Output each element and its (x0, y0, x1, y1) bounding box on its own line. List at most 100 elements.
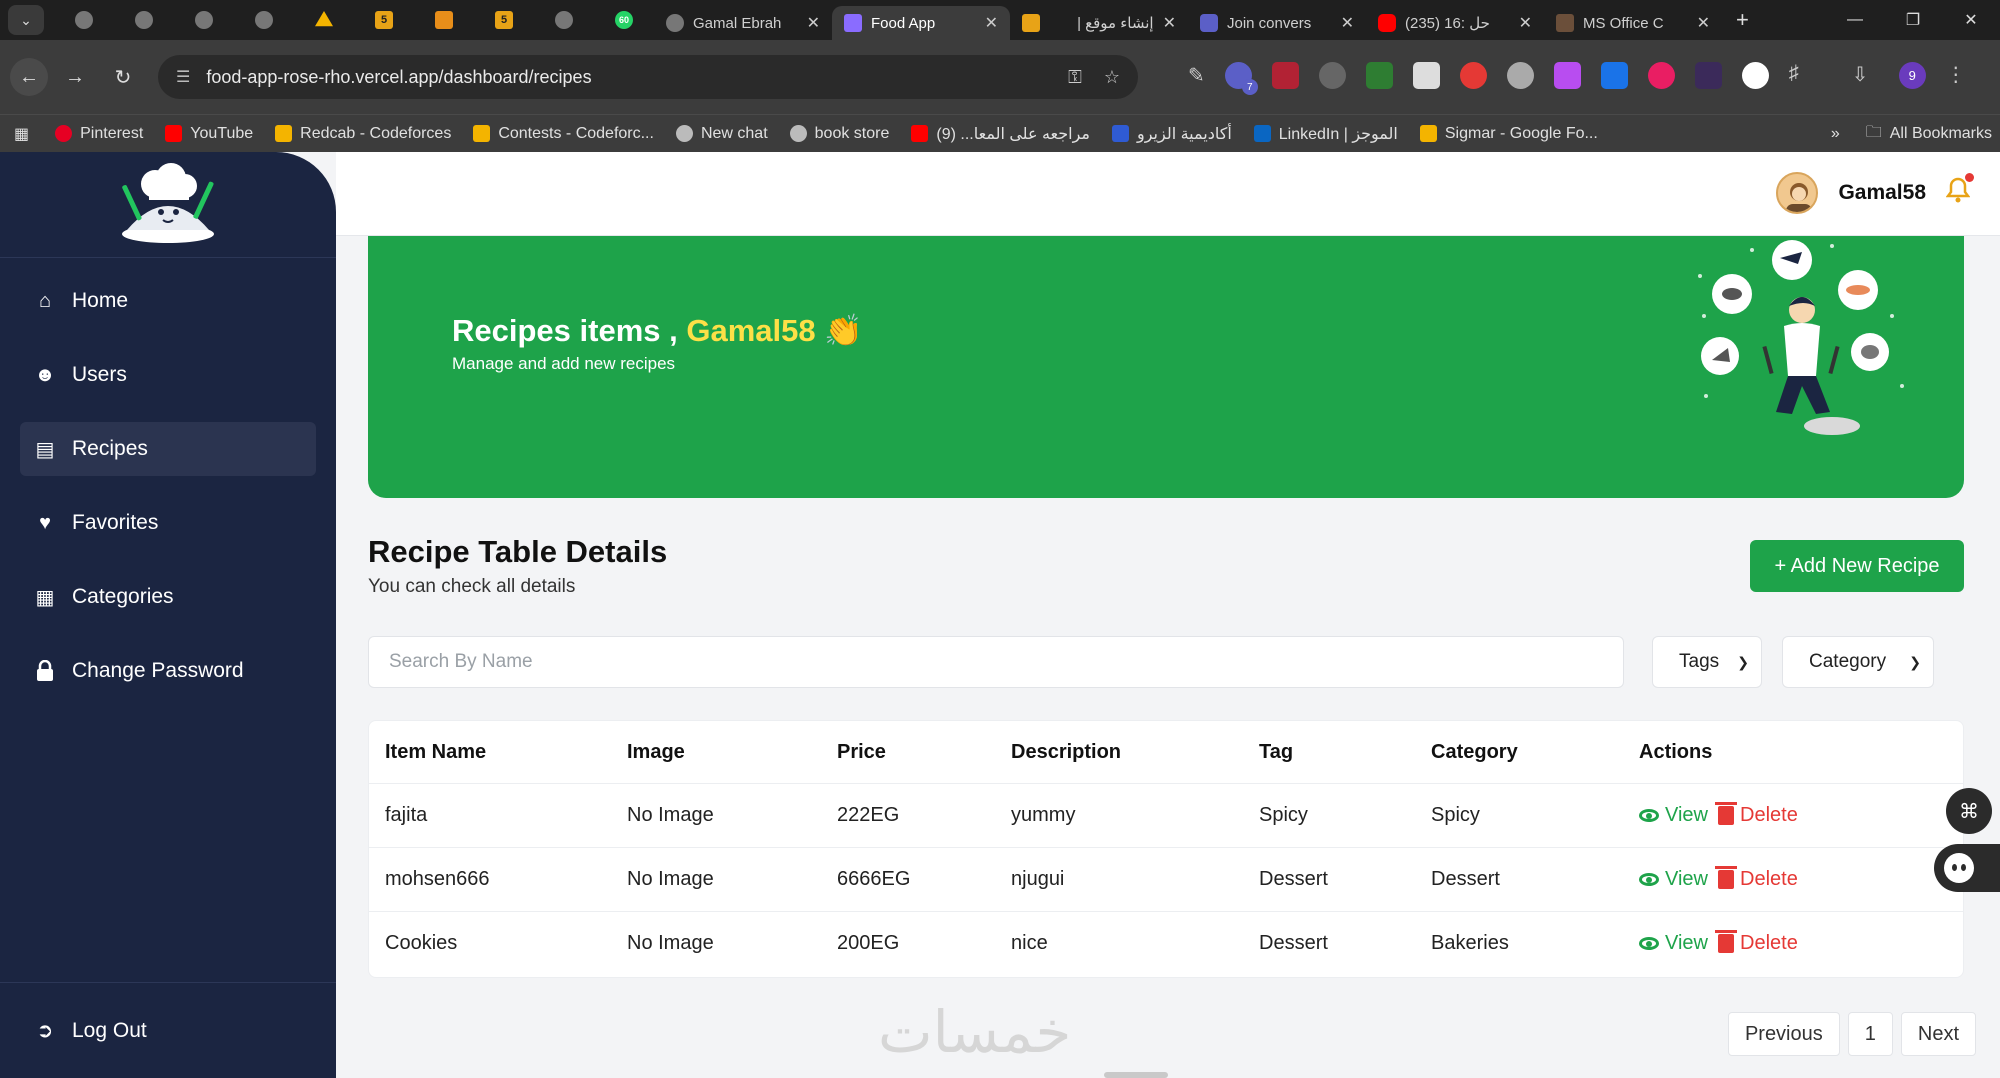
more-bookmarks-icon[interactable]: » (1831, 125, 1840, 143)
view-button[interactable]: View (1639, 868, 1708, 891)
extension-icon[interactable] (1741, 62, 1769, 89)
bookmark-contests[interactable]: Contests - Codeforc... (473, 125, 654, 143)
restore-icon[interactable]: ❐ (1884, 0, 1942, 40)
pinned-tab[interactable] (114, 0, 174, 40)
recipes-icon: ▤ (35, 438, 55, 461)
floating-assistant-button[interactable] (1934, 844, 2000, 892)
reload-icon[interactable]: ↻ (104, 58, 142, 96)
close-icon[interactable]: ✕ (1697, 13, 1710, 33)
pen-icon[interactable]: ✎ (1188, 63, 1205, 88)
camera-icon[interactable] (1412, 62, 1440, 89)
close-icon[interactable]: ✕ (985, 13, 998, 33)
sidebar-item-change-password[interactable]: Change Password (20, 644, 316, 698)
category-select[interactable]: Category ❯ (1782, 636, 1934, 688)
next-page-button[interactable]: Next (1900, 1012, 1976, 1056)
bookmark-label: YouTube (190, 124, 254, 142)
notification-bell-icon[interactable] (1945, 172, 1974, 210)
menu-icon[interactable]: ⋮ (1946, 62, 1973, 89)
teams-extension-icon[interactable]: 7 (1224, 62, 1258, 95)
sidebar-item-users[interactable]: ☻ Users (20, 348, 316, 402)
grammarly-icon[interactable] (1459, 62, 1487, 89)
user-menu[interactable]: Gamal58 (1776, 172, 1974, 214)
pinned-tab[interactable] (414, 0, 474, 40)
forward-icon[interactable]: → (56, 58, 94, 96)
view-label: View (1665, 868, 1708, 890)
pinned-tab[interactable] (534, 0, 594, 40)
pinned-tab[interactable]: 5 (474, 0, 534, 40)
profile-avatar[interactable]: 9 (1898, 62, 1926, 89)
back-icon[interactable]: ← (10, 58, 48, 96)
minimize-icon[interactable]: — (1826, 0, 1884, 40)
bookmark-academy[interactable]: أكاديمية الزيرو (1111, 124, 1232, 144)
tab-teams[interactable]: Join convers ✕ (1188, 6, 1366, 40)
password-key-icon[interactable]: ⚿ (1068, 67, 1082, 88)
avatar[interactable] (1776, 172, 1819, 214)
bookmark-new-chat[interactable]: New chat (675, 125, 768, 143)
pinned-tab[interactable] (294, 0, 354, 40)
address-bar[interactable]: ☰ food-app-rose-rho.vercel.app/dashboard… (158, 55, 1138, 99)
tags-select[interactable]: Tags ❯ (1652, 636, 1762, 688)
pinned-tab[interactable] (174, 0, 234, 40)
tab-khamsat[interactable]: إنشاء موقع | ✕ (1010, 6, 1188, 40)
extension-icon[interactable] (1694, 62, 1722, 89)
close-icon[interactable]: ✕ (1163, 13, 1176, 33)
bookmark-star-icon[interactable]: ☆ (1104, 67, 1120, 88)
pinned-tab[interactable]: 60 (594, 0, 654, 40)
view-button[interactable]: View (1639, 804, 1708, 827)
pinned-tab[interactable] (234, 0, 294, 40)
sidebar-item-favorites[interactable]: ♥ Favorites (20, 496, 316, 550)
close-icon[interactable]: ✕ (1341, 13, 1354, 33)
extension-icon[interactable] (1647, 62, 1675, 89)
bookmark-label: Contests - Codeforc... (498, 124, 654, 142)
tab-youtube[interactable]: (235) 16: حل ✕ (1366, 6, 1544, 40)
tab-food-app[interactable]: Food App ✕ (832, 6, 1010, 40)
previous-page-button[interactable]: Previous (1727, 1012, 1840, 1056)
all-bookmarks[interactable]: 🗀 All Bookmarks (1866, 121, 1992, 148)
logout-button[interactable]: ➲ Log Out (20, 1004, 316, 1058)
bookmark-youtube[interactable]: YouTube (165, 125, 253, 143)
close-icon[interactable]: ✕ (807, 13, 820, 33)
sidebar-item-categories[interactable]: ▦ Categories (20, 570, 316, 624)
table-row: fajita No Image 222EG yummy Spicy Spicy … (369, 783, 1963, 847)
tab-search-button[interactable]: ⌄ (8, 5, 44, 35)
globe-extension-icon[interactable] (1506, 62, 1534, 89)
floating-apps-button[interactable]: ⌘ (1946, 788, 1992, 834)
table-header: Item Name Image Price Description Tag Ca… (369, 721, 1963, 783)
image-cell: No Image (627, 932, 714, 954)
horizontal-scrollbar[interactable] (1104, 1072, 1168, 1078)
page-number-button[interactable]: 1 (1847, 1012, 1893, 1056)
search-input[interactable] (368, 636, 1624, 688)
bookmark-pinterest[interactable]: Pinterest (55, 125, 143, 143)
apps-icon[interactable]: ▦ (14, 124, 29, 144)
table-row: mohsen666 No Image 6666EG njugui Dessert… (369, 847, 1963, 911)
bookmark-linkedin[interactable]: LinkedIn | الموجز (1253, 124, 1398, 144)
delete-button[interactable]: Delete (1715, 802, 1798, 827)
tab-gamal[interactable]: Gamal Ebrah ✕ (654, 6, 832, 40)
view-button[interactable]: View (1639, 932, 1708, 955)
site-info-icon[interactable]: ☰ (176, 67, 190, 87)
extension-icon[interactable] (1553, 62, 1581, 89)
download-icon[interactable]: ⇩ (1852, 62, 1879, 89)
sidebar-item-recipes[interactable]: ▤ Recipes (20, 422, 316, 476)
close-window-icon[interactable]: ✕ (1942, 0, 2000, 40)
chart-extension-icon[interactable] (1365, 62, 1393, 89)
sidebar-item-home[interactable]: ⌂ Home (20, 274, 316, 328)
pinned-tab[interactable] (54, 0, 114, 40)
download-helper-icon[interactable] (1600, 62, 1628, 89)
bookmark-sigmar[interactable]: Sigmar - Google Fo... (1419, 125, 1598, 143)
bookmark-book-store[interactable]: book store (789, 125, 889, 143)
extension-icon[interactable] (1318, 62, 1346, 89)
pinned-tab[interactable]: 5 (354, 0, 414, 40)
add-new-recipe-button[interactable]: + Add New Recipe (1750, 540, 1964, 592)
bookmark-review[interactable]: مراجعه على المعا... (9) (911, 124, 1090, 144)
notification-dot (1965, 172, 1974, 182)
bookmarks-overflow: » 🗀 All Bookmarks (1831, 115, 1992, 153)
bookmark-redcab[interactable]: Redcab - Codeforces (275, 125, 451, 143)
close-icon[interactable]: ✕ (1519, 13, 1532, 33)
delete-button[interactable]: Delete (1715, 866, 1798, 891)
new-tab-button[interactable]: + (1736, 7, 1749, 33)
puzzle-icon[interactable]: ♯ (1789, 62, 1816, 89)
tab-ms-office[interactable]: MS Office C ✕ (1544, 6, 1722, 40)
delete-button[interactable]: Delete (1715, 930, 1798, 955)
flag-icon[interactable] (1271, 62, 1299, 89)
